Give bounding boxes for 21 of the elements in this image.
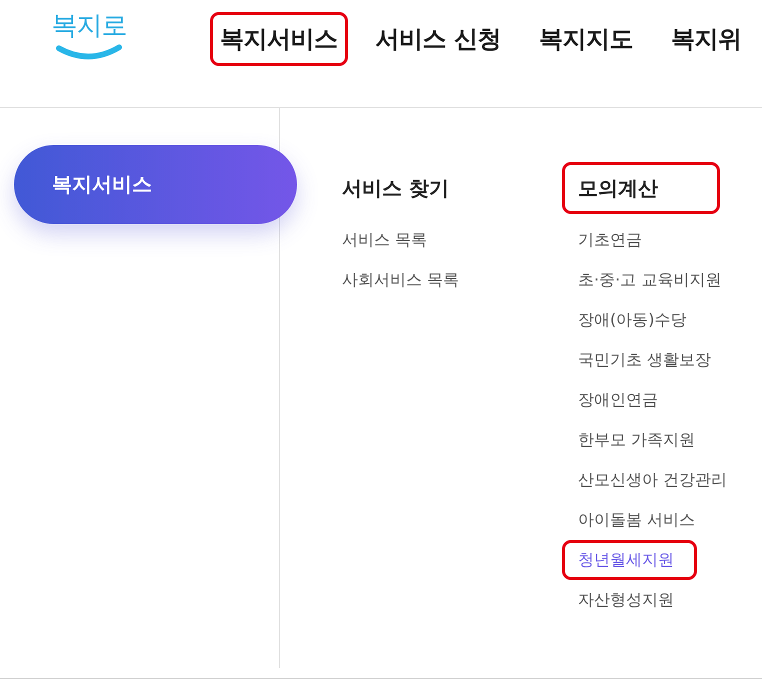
menu-heading: 모의계산 (578, 175, 659, 201)
menu-link[interactable]: 한부모 가족지원 (578, 423, 696, 457)
logo-text: 복지로 (52, 10, 126, 43)
menu-link[interactable]: 국민기초 생활보장 (578, 343, 712, 377)
menu-link[interactable]: 초·중·고 교육비지원 (578, 263, 722, 297)
nav-link[interactable]: 복지서비스 (220, 22, 338, 56)
menu-heading: 서비스 찾기 (342, 175, 450, 201)
menu-link[interactable]: 사회서비스 목록 (342, 263, 460, 297)
menu-link[interactable]: 자산형성지원 (578, 583, 674, 617)
menu-link[interactable]: 장애인연금 (578, 383, 658, 417)
menu-link[interactable]: 서비스 목록 (342, 223, 428, 257)
menu-link[interactable]: 기초연금 (578, 223, 642, 257)
menu-link[interactable]: 청년월세지원 (578, 543, 674, 577)
menu-link[interactable]: 장애(아동)수당 (578, 303, 686, 337)
nav-link[interactable]: 복지위 (670, 22, 742, 56)
smile-curve-icon (56, 44, 122, 60)
nav-link[interactable]: 복지지도 (538, 22, 633, 56)
menu-link[interactable]: 아이돌봄 서비스 (578, 503, 696, 537)
nav-link[interactable]: 서비스 신청 (376, 22, 501, 56)
sidebar-item[interactable]: 복지서비스 (14, 145, 297, 224)
menu-link[interactable]: 산모신생아 건강관리 (578, 463, 728, 497)
